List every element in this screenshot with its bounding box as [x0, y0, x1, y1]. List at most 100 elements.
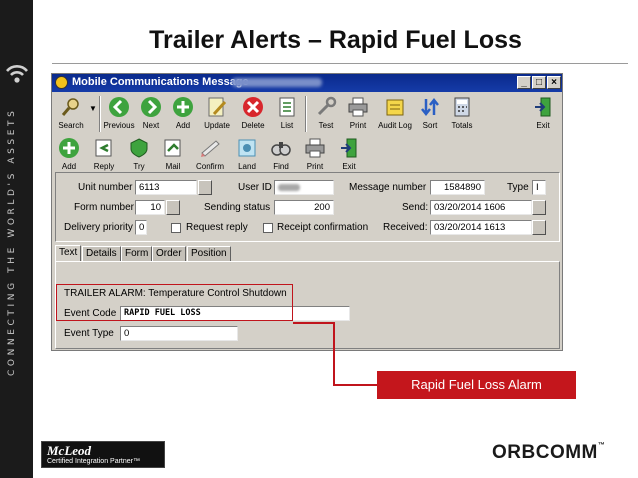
- search-dropdown[interactable]: ▼: [88, 94, 98, 135]
- add-icon: [173, 97, 193, 117]
- maximize-button[interactable]: □: [532, 76, 546, 89]
- mcleod-logo-subtext: Certified Integration Partner™: [47, 458, 140, 465]
- next-icon: [141, 97, 161, 117]
- list-button[interactable]: List: [272, 94, 302, 135]
- exit-message-button[interactable]: Exit: [334, 135, 364, 176]
- event-type-field[interactable]: 0: [120, 326, 238, 341]
- slide-title: Trailer Alerts – Rapid Fuel Loss: [149, 26, 522, 54]
- audit-log-icon: [386, 99, 404, 116]
- wireless-signal-icon: [6, 65, 28, 83]
- mail-button[interactable]: Mail: [158, 135, 188, 176]
- sending-status-label: Sending status: [204, 202, 271, 213]
- totals-icon: [454, 97, 470, 117]
- side-band: CONNECTING THE WORLD'S ASSETS: [0, 0, 33, 478]
- land-button[interactable]: Land: [232, 135, 262, 176]
- toolbar-separator: [99, 96, 101, 132]
- unit-number-label: Unit number: [78, 182, 133, 193]
- form-number-field[interactable]: 10: [135, 200, 165, 215]
- delivery-priority-label: Delivery priority: [64, 222, 133, 233]
- mail-icon: [164, 139, 181, 157]
- reply-button[interactable]: Reply: [88, 135, 120, 176]
- minimize-button[interactable]: _: [517, 76, 531, 89]
- received-label: Received:: [383, 222, 428, 233]
- callout-connector: [333, 323, 335, 386]
- unit-number-lookup-button[interactable]: [198, 180, 212, 195]
- update-button[interactable]: Update: [200, 94, 234, 135]
- window-title: Mobile Communications Message -: [72, 76, 256, 88]
- audit-log-button[interactable]: Audit Log: [377, 94, 413, 135]
- app-icon: [55, 76, 68, 89]
- add-message-button[interactable]: Add: [54, 135, 84, 176]
- test-button[interactable]: Test: [311, 94, 341, 135]
- callout-connector: [333, 384, 377, 386]
- window-title-suffix-redacted: [232, 78, 322, 87]
- try-icon: [130, 138, 148, 158]
- print-button[interactable]: Print: [343, 94, 373, 135]
- tagline: CONNECTING THE WORLD'S ASSETS: [7, 107, 17, 376]
- received-date-field[interactable]: 03/20/2014 1613: [430, 220, 532, 235]
- delivery-priority-field[interactable]: 0: [135, 220, 147, 235]
- send-date-picker[interactable]: [532, 200, 546, 215]
- tab-details[interactable]: Details: [82, 246, 121, 261]
- sort-button[interactable]: Sort: [415, 94, 445, 135]
- previous-icon: [109, 97, 129, 117]
- receipt-confirmation-checkbox[interactable]: [263, 223, 273, 233]
- find-button[interactable]: Find: [266, 135, 296, 176]
- type-label: Type: [507, 182, 529, 193]
- request-reply-label: Request reply: [186, 222, 248, 233]
- previous-button[interactable]: Previous: [102, 94, 136, 135]
- received-date-picker[interactable]: [532, 220, 546, 235]
- orbcomm-logo-text: ORBCOMM: [492, 442, 598, 463]
- tab-text[interactable]: Text: [55, 245, 82, 261]
- callout-connector: [293, 322, 335, 324]
- callout-label: Rapid Fuel Loss Alarm: [377, 371, 576, 399]
- main-toolbar: Search ▼ Previous Next Add Update Delete…: [54, 94, 562, 135]
- message-header-form: Unit number 6113 User ID Message number …: [55, 172, 560, 242]
- sending-status-field[interactable]: 200: [274, 200, 334, 215]
- message-number-label: Message number: [349, 182, 427, 193]
- unit-number-field[interactable]: 6113: [135, 180, 197, 195]
- delete-button[interactable]: Delete: [236, 94, 270, 135]
- search-button[interactable]: Search: [54, 94, 88, 135]
- exit-icon: [535, 97, 551, 117]
- mcleod-logo: McLeod Certified Integration Partner™: [41, 441, 165, 468]
- form-number-lookup-button[interactable]: [166, 200, 180, 215]
- close-button[interactable]: ×: [547, 76, 561, 89]
- orbcomm-logo: ORBCOMM™: [492, 442, 605, 464]
- slide: CONNECTING THE WORLD'S ASSETS Trailer Al…: [0, 0, 638, 478]
- form-number-label: Form number: [74, 202, 135, 213]
- user-id-field[interactable]: [274, 180, 334, 195]
- tab-form[interactable]: Form: [121, 246, 153, 261]
- sort-icon: [421, 97, 439, 117]
- land-icon: [238, 139, 256, 157]
- window-titlebar[interactable]: Mobile Communications Message - _ □ ×: [52, 74, 562, 92]
- callout-highlight-box: [56, 284, 293, 321]
- toolbar-separator: [305, 96, 307, 132]
- try-button[interactable]: Try: [124, 135, 154, 176]
- reply-icon: [95, 139, 112, 157]
- receipt-confirmation-label: Receipt confirmation: [277, 222, 369, 233]
- test-icon: [317, 96, 337, 116]
- tab-position[interactable]: Position: [187, 246, 231, 261]
- type-field[interactable]: I: [532, 180, 546, 195]
- exit-button[interactable]: Exit: [528, 94, 558, 135]
- message-toolbar: Add Reply Try Mail Confirm Land Find Pri…: [54, 135, 364, 176]
- totals-button[interactable]: Totals: [447, 94, 477, 135]
- confirm-button[interactable]: Confirm: [192, 135, 228, 176]
- message-number-field[interactable]: 1584890: [430, 180, 485, 195]
- add-button[interactable]: Add: [168, 94, 198, 135]
- add-icon: [59, 138, 79, 158]
- delete-icon: [243, 97, 263, 117]
- print-message-button[interactable]: Print: [300, 135, 330, 176]
- next-button[interactable]: Next: [136, 94, 166, 135]
- user-id-label: User ID: [238, 182, 272, 193]
- send-date-field[interactable]: 03/20/2014 1606: [430, 200, 532, 215]
- user-id-redacted: [278, 184, 300, 191]
- exit-icon: [341, 138, 357, 158]
- request-reply-checkbox[interactable]: [171, 223, 181, 233]
- orbcomm-trademark: ™: [597, 442, 606, 449]
- print-icon: [348, 97, 368, 117]
- list-icon: [279, 97, 295, 117]
- send-label: Send:: [402, 202, 429, 213]
- tab-order[interactable]: Order: [152, 246, 186, 261]
